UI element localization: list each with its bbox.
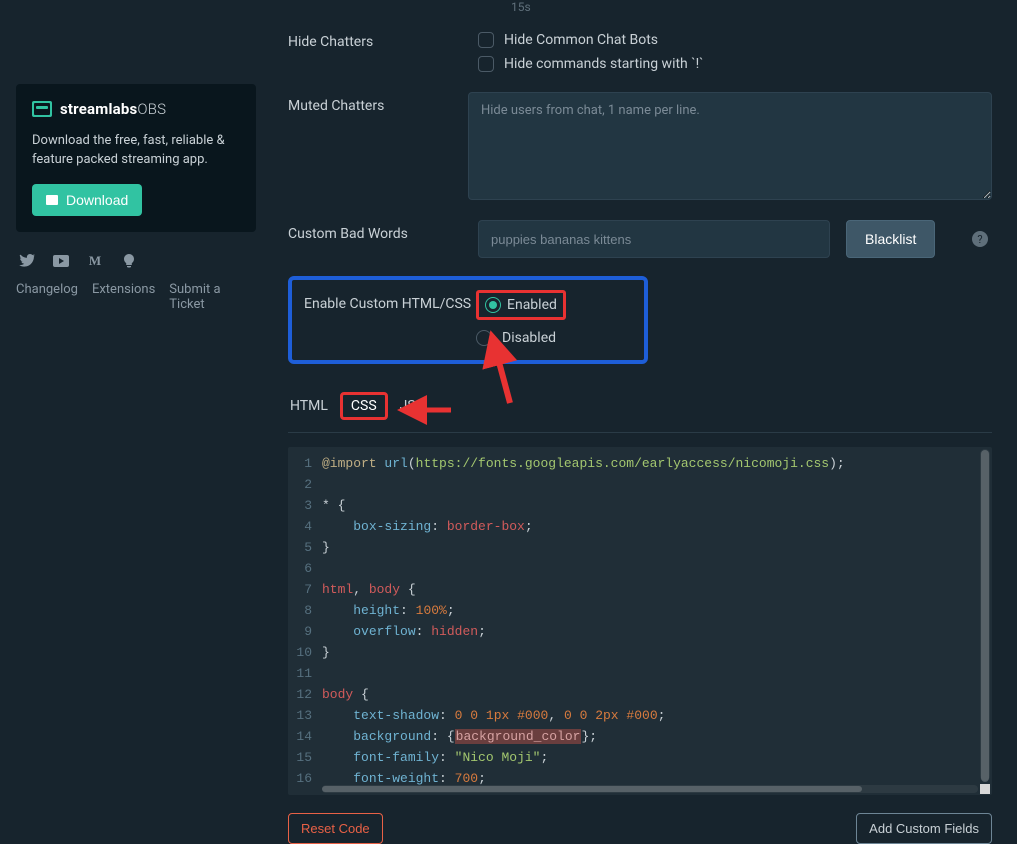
extensions-link[interactable]: Extensions: [92, 282, 155, 312]
help-icon[interactable]: ?: [972, 231, 988, 247]
radio-disabled-label: Disabled: [502, 330, 556, 346]
check-hide-bots-line: Hide Common Chat Bots: [478, 28, 992, 52]
radio-enabled[interactable]: [485, 297, 501, 313]
promo-logo-text: streamlabsOBS: [60, 100, 166, 118]
code-content: @import url(https://fonts.googleapis.com…: [322, 453, 978, 789]
download-button[interactable]: Download: [32, 184, 142, 216]
reset-code-button[interactable]: Reset Code: [288, 813, 383, 844]
promo-card: streamlabsOBS Download the free, fast, r…: [16, 84, 256, 232]
tab-html[interactable]: HTML: [288, 394, 330, 418]
muted-textarea[interactable]: [468, 92, 992, 200]
radio-disabled[interactable]: [476, 330, 492, 346]
editor-tabs: HTML CSS JS: [276, 374, 1004, 424]
promo-logo: streamlabsOBS: [32, 100, 240, 118]
enabled-highlight: Enabled: [476, 290, 566, 320]
row-muted-chatters: Muted Chatters: [276, 84, 1004, 212]
radio-enabled-label: Enabled: [507, 297, 557, 313]
medium-icon[interactable]: M: [86, 254, 104, 268]
timeout-hint: 15s: [276, 0, 1004, 20]
download-icon: [46, 195, 58, 205]
blacklist-button[interactable]: Blacklist: [846, 220, 935, 258]
label-muted-chatters: Muted Chatters: [288, 92, 468, 204]
enable-custom-box: Enable Custom HTML/CSS Enabled Disabled: [288, 276, 648, 364]
editor-footer: Reset Code Add Custom Fields: [276, 795, 1004, 844]
social-links: M: [16, 250, 256, 282]
changelog-link[interactable]: Changelog: [16, 282, 78, 312]
editor-scrollbar-vertical[interactable]: [980, 449, 990, 781]
check-hide-bots-label: Hide Common Chat Bots: [504, 32, 658, 48]
footer-links: Changelog Extensions Submit a Ticket: [16, 282, 256, 312]
submit-ticket-link[interactable]: Submit a Ticket: [169, 282, 256, 312]
idea-icon[interactable]: [120, 254, 138, 268]
download-label: Download: [66, 192, 128, 208]
label-bad-words: Custom Bad Words: [288, 220, 478, 258]
twitter-icon[interactable]: [18, 254, 36, 268]
promo-description: Download the free, fast, reliable & feat…: [32, 132, 240, 170]
code-editor[interactable]: 12345678910111213141516 @import url(http…: [288, 447, 992, 795]
row-bad-words: Custom Bad Words Blacklist ?: [276, 212, 1004, 266]
main-panel: 15s Hide Chatters Hide Common Chat Bots …: [276, 0, 1004, 844]
tab-css[interactable]: CSS: [340, 392, 388, 420]
line-numbers: 12345678910111213141516: [288, 453, 318, 789]
tab-js[interactable]: JS: [398, 394, 418, 418]
check-hide-cmds-label: Hide commands starting with `!`: [504, 56, 704, 72]
streamlabs-icon: [32, 101, 52, 117]
bad-words-input[interactable]: [478, 220, 830, 258]
editor-scrollbar-horizontal[interactable]: [322, 785, 978, 793]
row-hide-chatters: Hide Chatters Hide Common Chat Bots Hide…: [276, 20, 1004, 84]
radio-disabled-line: Disabled: [476, 326, 638, 350]
sidebar: streamlabsOBS Download the free, fast, r…: [16, 84, 256, 312]
label-hide-chatters: Hide Chatters: [288, 28, 478, 76]
checkbox-hide-bots[interactable]: [478, 32, 494, 48]
checkbox-hide-cmds[interactable]: [478, 56, 494, 72]
tabs-divider: [288, 432, 992, 433]
youtube-icon[interactable]: [52, 254, 70, 268]
add-custom-fields-button[interactable]: Add Custom Fields: [856, 813, 992, 844]
label-enable-custom: Enable Custom HTML/CSS: [298, 290, 476, 350]
check-hide-cmds-line: Hide commands starting with `!`: [478, 52, 992, 76]
